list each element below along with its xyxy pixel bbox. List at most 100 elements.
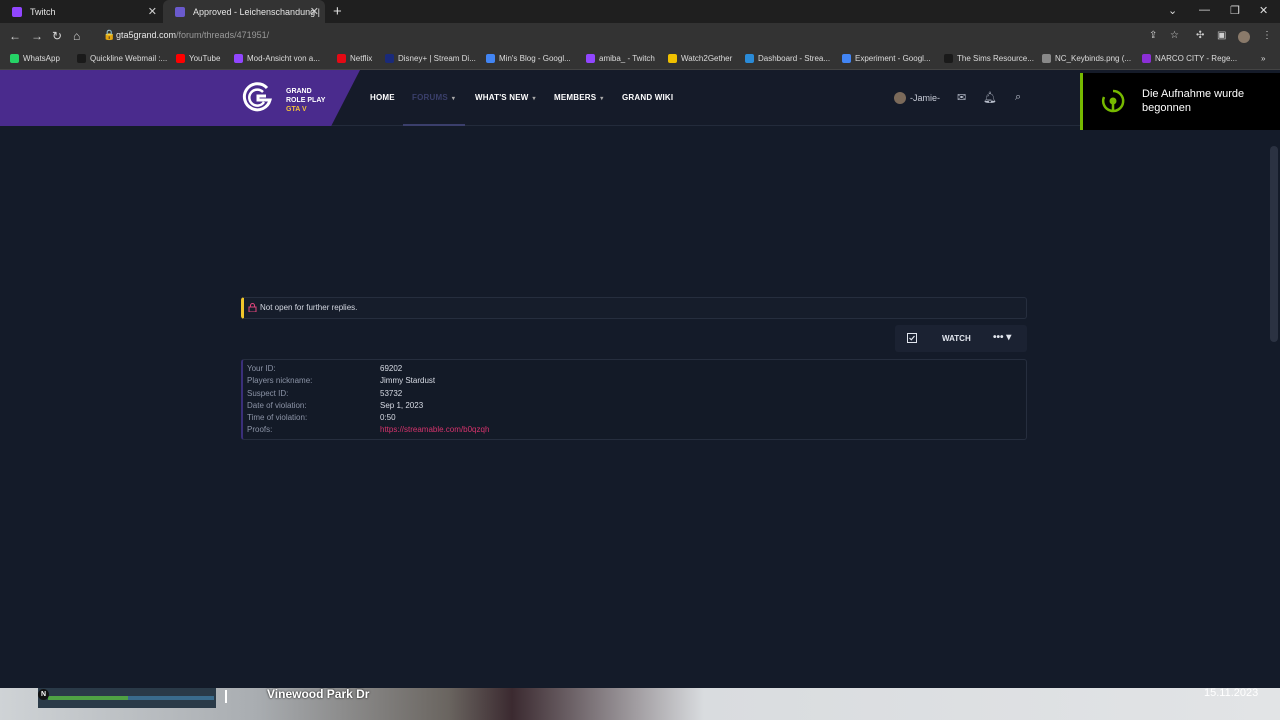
- home-icon[interactable]: ⌂: [73, 29, 80, 43]
- bookmark-icon: [337, 54, 346, 63]
- checkbox-icon[interactable]: [907, 333, 917, 343]
- profile-avatar[interactable]: [1238, 31, 1250, 43]
- bookmark-item[interactable]: Quickline Webmail :...: [77, 54, 167, 63]
- nav-grand-wiki[interactable]: GRAND WIKI: [622, 93, 673, 102]
- bookmark-label: Netflix: [350, 54, 373, 63]
- scrollbar-thumb[interactable]: [1270, 146, 1278, 342]
- chevron-down-icon[interactable]: ⌄: [1168, 4, 1177, 17]
- bookmark-label: Experiment - Googl...: [855, 54, 931, 63]
- back-icon[interactable]: ←: [9, 29, 21, 43]
- forward-icon[interactable]: →: [31, 29, 43, 43]
- field-label: Time of violation:: [247, 413, 308, 422]
- logo-line-3: GTA V: [286, 106, 307, 113]
- bookmark-item[interactable]: Watch2Gether: [668, 54, 732, 63]
- close-icon[interactable]: ✕: [148, 5, 157, 18]
- bookmark-item[interactable]: Disney+ | Stream Di...: [385, 54, 476, 63]
- bookmark-label: Min's Blog - Googl...: [499, 54, 571, 63]
- bookmark-label: Watch2Gether: [681, 54, 733, 63]
- minimize-icon[interactable]: —: [1199, 4, 1210, 16]
- notice-text: Not open for further replies.: [260, 303, 358, 312]
- more-options-button[interactable]: ••• ▾: [993, 332, 1011, 343]
- bookmark-label: Quickline Webmail :...: [90, 54, 168, 63]
- proof-link[interactable]: https://streamable.com/b0qzqh: [380, 425, 489, 434]
- bookmark-item[interactable]: Experiment - Googl...: [842, 54, 931, 63]
- health-bar: [48, 696, 128, 700]
- bookmark-icon: [10, 54, 19, 63]
- url-host: gta5grand.com: [116, 30, 177, 40]
- bookmark-item[interactable]: NARCO CITY - Rege...: [1142, 54, 1237, 63]
- bookmark-icon: [745, 54, 754, 63]
- bookmark-item[interactable]: Netflix: [337, 54, 372, 63]
- new-tab-icon[interactable]: +: [333, 3, 342, 20]
- nav-members[interactable]: MEMBERS ▾: [554, 93, 604, 102]
- extensions-icon[interactable]: ✣: [1196, 30, 1204, 41]
- url-path: /forum/threads/471951/: [176, 30, 270, 40]
- user-name[interactable]: -Jamie-: [910, 93, 940, 103]
- bookmark-icon: [234, 54, 243, 63]
- logo-line-2: ROLE PLAY: [286, 97, 326, 104]
- nav-whats-new[interactable]: WHAT'S NEW ▾: [475, 93, 536, 102]
- chevron-down-icon: ▾: [532, 96, 536, 102]
- field-label: Players nickname:: [247, 376, 313, 385]
- bookmark-label: WhatsApp: [23, 54, 60, 63]
- compass-north-icon: N: [38, 689, 49, 700]
- close-icon[interactable]: ✕: [310, 5, 319, 18]
- search-icon[interactable]: ⌕: [1015, 91, 1021, 104]
- twitch-icon: [12, 6, 22, 17]
- star-icon[interactable]: ☆: [1170, 30, 1179, 41]
- reload-icon[interactable]: ↻: [52, 29, 62, 43]
- notification-text: Die Aufnahme wurde begonnen: [1142, 88, 1245, 114]
- bookmark-item[interactable]: Dashboard - Strea...: [745, 54, 830, 63]
- address-bar[interactable]: gta5grand.com/forum/threads/471951/: [116, 30, 269, 40]
- restore-icon[interactable]: ❐: [1230, 4, 1240, 17]
- bookmark-item[interactable]: Mod-Ansicht von a...: [234, 54, 320, 63]
- close-window-icon[interactable]: ✕: [1259, 4, 1268, 17]
- bell-icon[interactable]: 🔔︎: [983, 91, 997, 104]
- nav-home[interactable]: HOME: [370, 93, 395, 102]
- bookmark-icon: [77, 54, 86, 63]
- bookmark-label: Disney+ | Stream Di...: [398, 54, 476, 63]
- user-avatar[interactable]: [894, 92, 906, 104]
- date-display: 15.11.2023: [1204, 687, 1259, 699]
- bookmark-item[interactable]: NC_Keybinds.png (...: [1042, 54, 1131, 63]
- bookmark-icon: [668, 54, 677, 63]
- nav-whats-new-label: WHAT'S NEW: [475, 93, 529, 102]
- bookmark-label: YouTube: [189, 54, 221, 63]
- field-label: Suspect ID:: [247, 389, 289, 398]
- bookmark-label: Mod-Ansicht von a...: [247, 54, 320, 63]
- bookmark-item[interactable]: WhatsApp: [10, 54, 60, 63]
- bookmark-icon: [842, 54, 851, 63]
- lock-icon: [248, 303, 257, 312]
- chevron-down-icon: ▾: [600, 96, 604, 102]
- nav-active-indicator: [403, 124, 465, 126]
- bookmark-item[interactable]: Min's Blog - Googl...: [486, 54, 571, 63]
- bookmark-icon: [385, 54, 394, 63]
- bookmark-label: The Sims Resource...: [957, 54, 1034, 63]
- field-value: Jimmy Stardust: [380, 376, 436, 385]
- menu-icon[interactable]: ⋮: [1262, 30, 1272, 41]
- forum-icon: [175, 6, 185, 17]
- bookmark-label: NC_Keybinds.png (...: [1055, 54, 1132, 63]
- bookmark-label: NARCO CITY - Rege...: [1155, 54, 1238, 63]
- lock-icon[interactable]: 🔒: [103, 30, 115, 41]
- nav-forums[interactable]: FORUMS ▾: [412, 93, 455, 102]
- street-name: Vinewood Park Dr: [267, 687, 370, 701]
- bookmark-item[interactable]: The Sims Resource...: [944, 54, 1034, 63]
- share-icon[interactable]: ⇪: [1149, 30, 1157, 41]
- bookmarks-overflow-icon[interactable]: »: [1261, 54, 1265, 63]
- bookmark-icon: [486, 54, 495, 63]
- sidebar-icon[interactable]: ▣: [1217, 30, 1226, 41]
- tab-label: Approved - Leichenschandung |: [193, 6, 320, 17]
- nav-members-label: MEMBERS: [554, 93, 597, 102]
- bookmark-item[interactable]: YouTube: [176, 54, 220, 63]
- watch-button[interactable]: WATCH: [942, 334, 971, 343]
- bookmark-icon: [176, 54, 185, 63]
- grand-logo-icon[interactable]: [240, 82, 274, 114]
- site-logo-text[interactable]: GRAND ROLE PLAY GTA V: [286, 87, 325, 114]
- tab-label: Twitch: [30, 6, 56, 17]
- mail-icon[interactable]: ✉: [957, 91, 966, 104]
- tab-twitch[interactable]: Twitch ✕: [0, 0, 163, 23]
- tab-approved[interactable]: Approved - Leichenschandung | ✕: [163, 0, 325, 23]
- recording-icon: [1101, 89, 1125, 113]
- bookmark-item[interactable]: amiba_ - Twitch: [586, 54, 655, 63]
